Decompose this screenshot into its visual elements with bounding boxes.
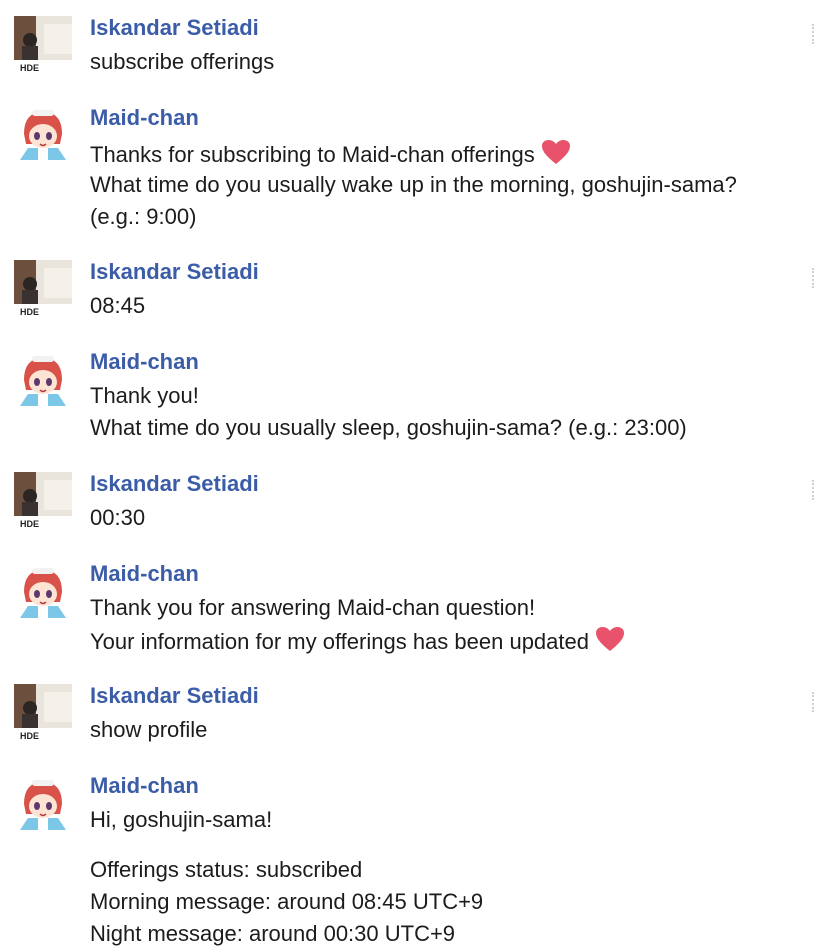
message-text: Offerings status: subscribed [90,857,363,882]
bot-avatar[interactable] [14,774,72,832]
user-avatar[interactable]: HDE [14,16,72,74]
photo-avatar-icon: HDE [14,16,72,74]
svg-text:HDE: HDE [20,519,39,529]
message-text: (e.g.: 9:00) [90,204,197,229]
message-text: What time do you usually sleep, goshujin… [90,415,687,440]
author-name[interactable]: Iskandar Setiadi [90,470,259,498]
author-name[interactable]: Maid-chan [90,560,199,588]
message-text: Morning message: around 08:45 UTC+9 [90,889,484,914]
anime-maid-avatar-icon [14,562,72,620]
photo-avatar-icon: HDE [14,260,72,318]
message-action-handle[interactable] [812,692,820,712]
author-name[interactable]: Maid-chan [90,104,199,132]
message-text: Hi, goshujin-sama! [90,807,273,832]
user-avatar[interactable]: HDE [14,260,72,318]
message-text: Night message: around 00:30 UTC+9 [90,921,456,946]
message-action-handle[interactable] [812,24,820,44]
anime-maid-avatar-icon [14,350,72,408]
message-text: What time do you usually wake up in the … [90,172,737,197]
message-text: 08:45 [90,293,146,318]
message-text: Your information for my offerings has be… [90,626,625,659]
message-action-handle[interactable] [812,480,820,500]
svg-text:HDE: HDE [20,731,39,741]
bot-avatar[interactable] [14,104,72,162]
message-text: show profile [90,717,208,742]
message-text: 00:30 [90,505,146,530]
photo-avatar-icon: HDE [14,684,72,742]
author-name[interactable]: Iskandar Setiadi [90,682,259,710]
user-avatar[interactable]: HDE [14,684,72,742]
heart-emoji-icon [595,626,625,659]
photo-avatar-icon: HDE [14,472,72,530]
message-text: Thank you for answering Maid-chan questi… [90,595,536,620]
message-text: subscribe offerings [90,49,275,74]
anime-maid-avatar-icon [14,104,72,162]
author-name[interactable]: Maid-chan [90,348,199,376]
message-action-handle[interactable] [812,268,820,288]
anime-maid-avatar-icon [14,774,72,832]
user-avatar[interactable]: HDE [14,472,72,530]
message-text: Thank you! [90,383,199,408]
message-text-content: Thanks for subscribing to Maid-chan offe… [90,142,535,167]
author-name[interactable]: Maid-chan [90,772,199,800]
heart-emoji-icon [541,139,571,172]
bot-avatar[interactable] [14,350,72,408]
svg-text:HDE: HDE [20,307,39,317]
svg-text:HDE: HDE [20,63,39,73]
author-name[interactable]: Iskandar Setiadi [90,14,259,42]
message-text: Thanks for subscribing to Maid-chan offe… [90,139,571,172]
message-text-content: Your information for my offerings has be… [90,629,589,654]
bot-avatar[interactable] [14,562,72,620]
author-name[interactable]: Iskandar Setiadi [90,258,259,286]
